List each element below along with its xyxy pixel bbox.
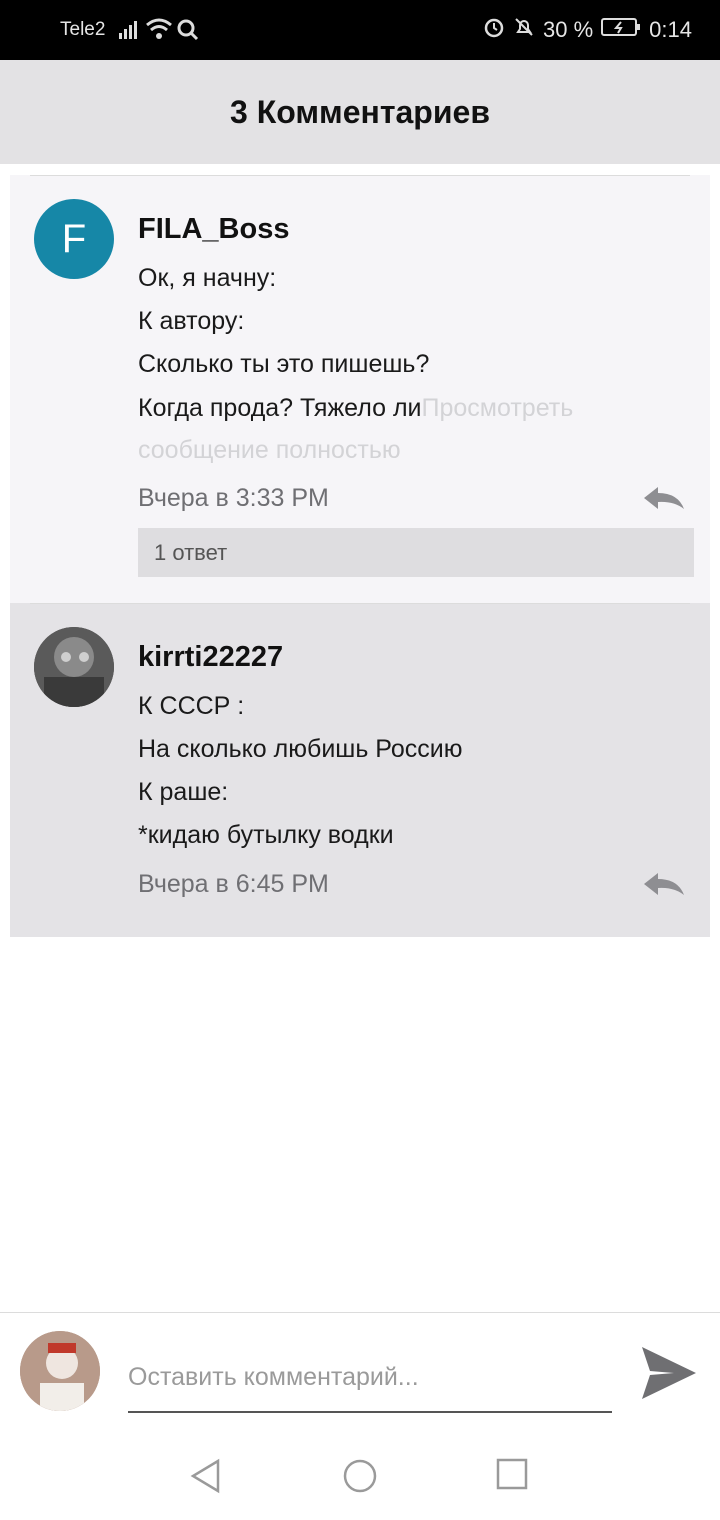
comment-line: Сколько ты это пишешь? [138, 350, 430, 378]
comment-line: Когда прода? Тяжело лиПросмотреть [138, 394, 573, 423]
search-icon [177, 19, 199, 47]
battery-percent: 30 % [543, 17, 594, 42]
system-nav-bar [0, 1432, 720, 1520]
battery-icon [601, 16, 641, 44]
mute-icon [513, 16, 535, 44]
username[interactable]: kirrti22227 [138, 641, 283, 674]
comment-timestamp: Вчера в 6:45 PM [138, 870, 329, 898]
avatar-letter: F [61, 216, 87, 261]
status-bar: Tele2 30 % 0:14 [0, 0, 720, 60]
signal-icon [118, 18, 142, 46]
comment-line: Ок, я начну: [138, 264, 277, 292]
username[interactable]: FILA_Boss [138, 213, 289, 246]
send-icon[interactable] [640, 1345, 698, 1401]
avatar[interactable]: F [34, 199, 114, 279]
comment-line: На сколько любишь Россию [138, 735, 463, 763]
divider [30, 175, 690, 176]
current-user-avatar [20, 1331, 100, 1411]
reply-icon[interactable] [642, 871, 686, 897]
comment-line: К раше: [138, 778, 229, 806]
reply-icon[interactable] [642, 485, 686, 511]
comment-item[interactable]: kirrti22227 К СССР : На сколько любишь Р… [10, 603, 710, 937]
carrier-label: Tele2 [60, 19, 106, 40]
avatar[interactable] [34, 627, 114, 707]
replies-button[interactable]: 1 ответ [138, 528, 694, 577]
comment-timestamp: Вчера в 3:33 PM [138, 484, 329, 512]
back-icon[interactable] [188, 1458, 224, 1494]
wifi-icon [145, 17, 173, 47]
comment-line: *кидаю бутылку водки [138, 821, 394, 849]
divider [30, 603, 690, 604]
comment-input-placeholder: Оставить комментарий... [128, 1362, 419, 1391]
comment-text: Когда прода? Тяжело ли [138, 394, 422, 422]
comment-line: К СССР : [138, 692, 245, 720]
comment-item[interactable]: F FILA_Boss Ок, я начну: К автору: Сколь… [10, 175, 710, 603]
clock: 0:14 [649, 17, 692, 42]
view-full-link[interactable]: Просмотреть [422, 394, 574, 422]
alarm-icon [483, 16, 505, 44]
comment-input[interactable]: Оставить комментарий... [128, 1343, 612, 1413]
home-icon[interactable] [342, 1458, 378, 1494]
comments-header: 3 Комментариев [0, 60, 720, 164]
view-full-link-continued[interactable]: сообщение полностью [138, 436, 401, 465]
comment-input-bar: Оставить комментарий... [0, 1312, 720, 1433]
replies-count: 1 ответ [154, 539, 228, 565]
page-title: 3 Комментариев [230, 93, 490, 130]
comment-line: К автору: [138, 307, 245, 335]
recents-icon[interactable] [496, 1458, 528, 1490]
